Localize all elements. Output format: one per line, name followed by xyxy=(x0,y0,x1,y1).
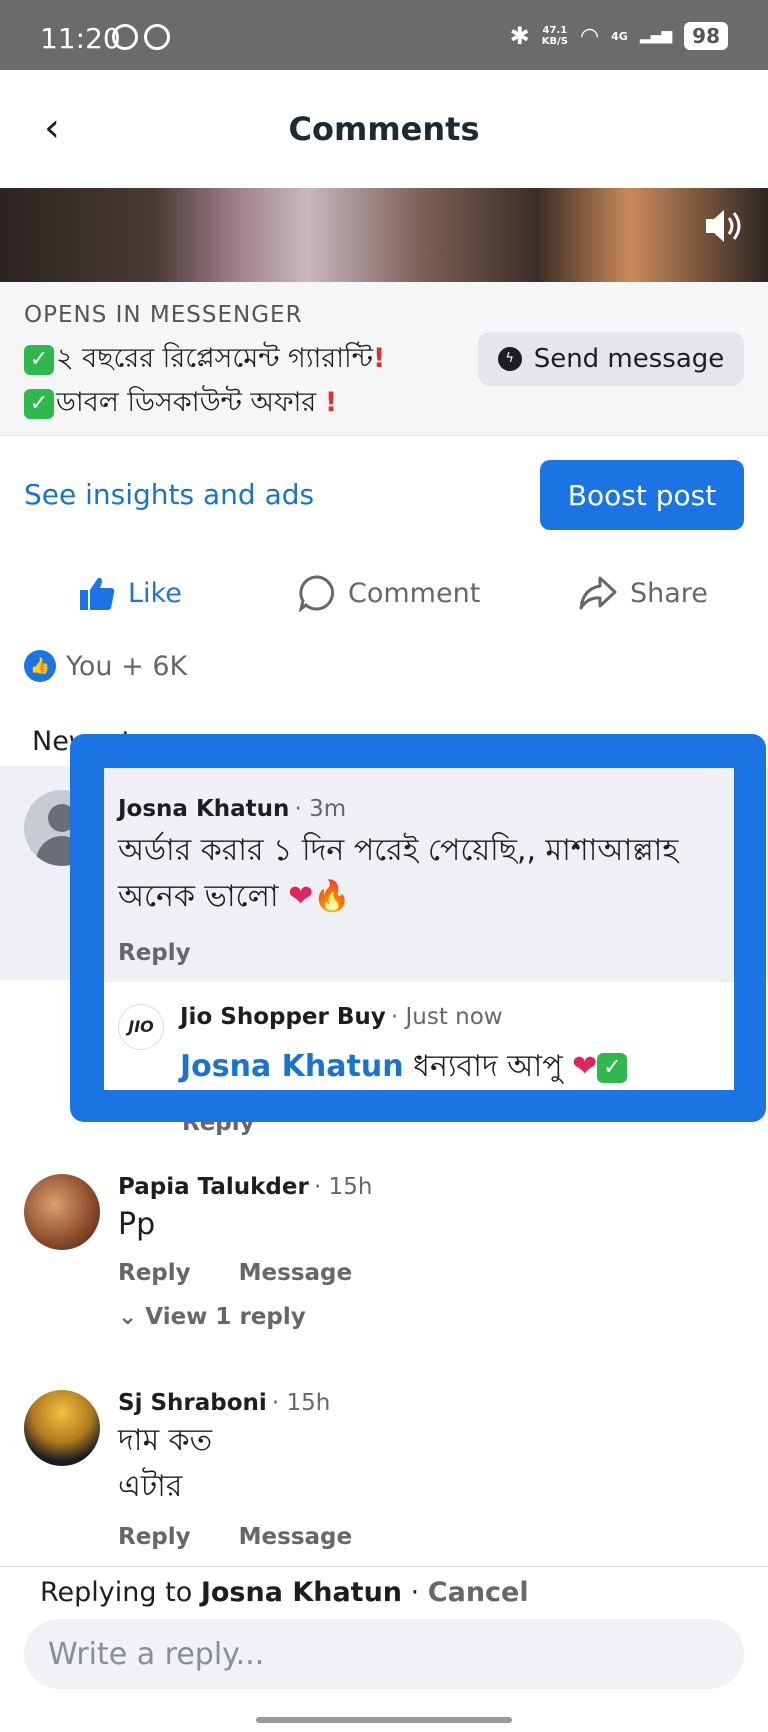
wifi-icon: ◠ xyxy=(579,23,600,49)
comment-time: · 15h xyxy=(313,1174,373,1200)
page-reply: JIO Jio Shopper Buy · Just now Josna Kha… xyxy=(104,982,734,1090)
post-video-thumbnail[interactable] xyxy=(0,188,768,282)
comment-body: অর্ডার করার ১ দিন পরেই পেয়েছি,, মাশাআল্… xyxy=(118,833,679,914)
battery-level: 98 xyxy=(684,22,728,50)
message-button[interactable]: Message xyxy=(239,1260,352,1286)
share-arrow-icon xyxy=(579,576,617,610)
highlighted-comment: Josna Khatun · 3m অর্ডার করার ১ দিন পরেই… xyxy=(104,768,734,982)
reply-button[interactable]: Reply xyxy=(118,1260,191,1286)
comment-actions: Reply Message xyxy=(118,1260,372,1286)
heart-icon: ❤ xyxy=(288,879,314,914)
status-notification-icons xyxy=(112,24,170,50)
message-button[interactable]: Message xyxy=(239,1524,352,1550)
messenger-icon: ϟ xyxy=(497,347,522,371)
reply-text: Josna Khatun ধন্যবাদ আপু ❤ ✓ xyxy=(180,1042,629,1090)
view-replies-button[interactable]: ⌄ View 1 reply xyxy=(118,1304,372,1330)
reply-button[interactable]: Reply xyxy=(118,1524,191,1550)
jio-avatar[interactable]: JIO xyxy=(118,1004,164,1050)
thumbs-up-icon xyxy=(80,577,115,610)
replying-to-banner: Replying to Josna Khatun · Cancel xyxy=(40,1577,529,1608)
comment-time: · 3m xyxy=(294,796,347,822)
reply-input[interactable] xyxy=(24,1619,744,1689)
promo-text-1: ২ বছরের রিপ্লেসমেন্ট গ্যারান্টি xyxy=(56,343,374,374)
promo-line-1: ✓ ২ বছরের রিপ্লেসমেন্ট গ্যারান্টি! xyxy=(24,338,385,383)
share-button[interactable]: Share xyxy=(578,574,708,612)
network-speed: 47.1 KB/S xyxy=(542,25,568,47)
comment-time: · 15h xyxy=(271,1390,331,1416)
status-right: ✱ 47.1 KB/S ◠ 4G ▂▄▆ 98 xyxy=(510,22,728,50)
share-label: Share xyxy=(630,577,708,609)
reply-time: · Just now xyxy=(390,1004,503,1030)
commenter-name[interactable]: Sj Shraboni xyxy=(118,1390,267,1416)
comment-text: Pp xyxy=(118,1207,156,1242)
cancel-reply-button[interactable]: Cancel xyxy=(428,1577,529,1608)
check-icon: ✓ xyxy=(24,388,54,419)
comment-text: অর্ডার করার ১ দিন পরেই পেয়েছি,, মাশাআল্… xyxy=(118,828,728,920)
fire-icon: 🔥 xyxy=(313,879,351,914)
reply-composer: Replying to Josna Khatun · Cancel xyxy=(0,1566,768,1732)
reply-button[interactable]: Reply xyxy=(118,940,191,966)
app-header: ‹ Comments xyxy=(0,70,768,188)
reaction-count: You + 6K xyxy=(66,650,188,682)
bluetooth-icon: ✱ xyxy=(509,22,530,50)
volume-icon[interactable] xyxy=(702,204,746,248)
like-button[interactable]: Like xyxy=(78,574,182,612)
highlight-overlay: Josna Khatun · 3m অর্ডার করার ১ দিন পরেই… xyxy=(70,734,766,1122)
comment-body-block: Papia Talukder · 15h Pp Reply Message ⌄ … xyxy=(118,1174,372,1330)
volume-icon-svg xyxy=(706,210,741,242)
whatsapp-icon xyxy=(112,24,138,50)
highlight-content: Josna Khatun · 3m অর্ডার করার ১ দিন পরেই… xyxy=(104,768,734,1090)
comment-actions: Reply Message xyxy=(118,1524,352,1550)
promo-text-2: ডাবল ডিসকাউন্ট অফার xyxy=(56,387,325,418)
comment-text-line-1: দাম কত xyxy=(118,1423,213,1458)
home-indicator[interactable] xyxy=(256,1717,512,1723)
comment-bubble-icon xyxy=(298,575,335,612)
comment-button[interactable]: Comment xyxy=(298,574,480,612)
mention-link[interactable]: Josna Khatun xyxy=(180,1049,404,1084)
commenter-name[interactable]: Papia Talukder xyxy=(118,1174,309,1200)
replying-separator: · xyxy=(402,1577,428,1608)
app-notification-icon xyxy=(144,24,170,50)
promo-line-2: ✓ ডাবল ডিসকাউন্ট অফার ! xyxy=(24,382,337,427)
network-type: 4G xyxy=(611,29,628,43)
reply-header: Jio Shopper Buy · Just now xyxy=(180,1004,503,1030)
exclamation-icon: ! xyxy=(324,387,338,418)
exclamation-icon: ! xyxy=(373,343,386,374)
status-time: 11:20 xyxy=(40,22,121,55)
send-message-button[interactable]: ϟ Send message xyxy=(478,332,744,386)
replying-name: Josna Khatun xyxy=(200,1577,403,1608)
comment-body-block: Sj Shraboni · 15h দাম কত এটার Reply Mess… xyxy=(118,1390,352,1550)
replying-prefix: Replying to xyxy=(40,1577,201,1608)
check-icon: ✓ xyxy=(24,344,54,375)
signal-icon: ▂▄▆ xyxy=(639,28,673,44)
reply-body: ধন্যবাদ আপু xyxy=(403,1049,573,1084)
messenger-cta-card: OPENS IN MESSENGER ✓ ২ বছরের রিপ্লেসমেন্ট… xyxy=(0,282,768,436)
view-replies-label: View 1 reply xyxy=(145,1304,306,1330)
commenter-avatar[interactable] xyxy=(24,1174,100,1250)
comment-label: Comment xyxy=(348,577,481,609)
opens-in-messenger-label: OPENS IN MESSENGER xyxy=(24,302,303,328)
like-reaction-icon: 👍 xyxy=(24,650,56,682)
speed-unit: KB/S xyxy=(541,36,568,47)
see-insights-link[interactable]: See insights and ads xyxy=(24,478,314,511)
check-icon: ✓ xyxy=(597,1052,628,1083)
like-label: Like xyxy=(128,577,182,609)
post-actions: Like Comment Share xyxy=(0,560,768,620)
comment-text-line-2: এটার xyxy=(118,1469,183,1504)
status-bar: 11:20 ✱ 47.1 KB/S ◠ 4G ▂▄▆ 98 xyxy=(0,0,768,70)
reply-author[interactable]: Jio Shopper Buy xyxy=(180,1004,386,1030)
boost-post-button[interactable]: Boost post xyxy=(540,460,744,530)
reaction-summary[interactable]: 👍 You + 6K xyxy=(24,650,187,682)
chevron-down-icon: ⌄ xyxy=(118,1304,138,1330)
heart-icon: ❤ xyxy=(572,1049,598,1084)
send-message-label: Send message xyxy=(533,344,725,374)
speed-value: 47.1 xyxy=(542,25,568,36)
page-title: Comments xyxy=(288,110,480,148)
commenter-avatar[interactable] xyxy=(24,1390,100,1466)
comment-header: Josna Khatun · 3m xyxy=(118,796,346,822)
commenter-name[interactable]: Josna Khatun xyxy=(118,796,289,822)
